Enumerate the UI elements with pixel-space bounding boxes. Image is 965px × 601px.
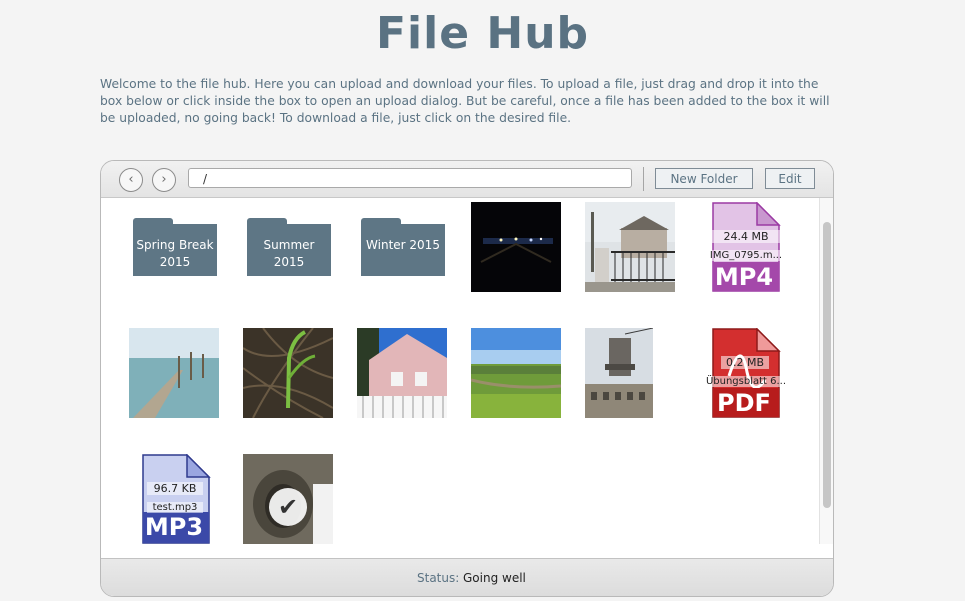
photo-tower-building[interactable] (585, 328, 653, 418)
status-label: Status: (417, 571, 460, 585)
status-value: Going well (463, 571, 526, 585)
photo-night-lights[interactable] (471, 202, 561, 292)
mp4-ext-label: MP4 (714, 263, 774, 291)
photo-dock[interactable] (129, 328, 219, 418)
photo-gate-house[interactable] (585, 202, 675, 292)
forward-button[interactable]: › (152, 168, 176, 192)
upload-complete-check-icon: ✔ (269, 488, 307, 526)
mp4-file-name: IMG_0795.m... (707, 250, 785, 261)
page-title: File Hub (375, 8, 590, 59)
new-folder-button[interactable]: New Folder (655, 168, 753, 189)
mp3-file-name: test.mp3 (147, 502, 203, 513)
path-input[interactable]: / (188, 168, 632, 188)
folder-winter-2015[interactable]: Winter 2015 (359, 202, 449, 292)
edit-button[interactable]: Edit (765, 168, 815, 189)
file-grid[interactable]: Spring Break 2015 Summer 2015 Winter 201… (101, 198, 819, 544)
mp4-file-size: 24.4 MB (711, 230, 781, 243)
toolbar-divider (643, 167, 644, 191)
pdf-file-name: Übungsblatt 6... (703, 376, 789, 387)
mp3-file-size: 96.7 KB (147, 482, 203, 495)
folder-label: Summer 2015 (263, 238, 315, 269)
pdf-file-size: 0.2 MB (721, 356, 769, 369)
mp3-ext-label: MP3 (144, 513, 204, 541)
file-browser[interactable]: ‹ › / New Folder Edit Spring Break 2015 … (100, 160, 834, 597)
file-pdf[interactable]: 0.2 MB Übungsblatt 6... PDF (703, 328, 799, 418)
file-mp4[interactable]: 24.4 MB IMG_0795.m... MP4 (707, 202, 799, 292)
vertical-scrollbar[interactable] (819, 198, 833, 544)
folder-spring-break-2015[interactable]: Spring Break 2015 (131, 202, 221, 292)
back-button[interactable]: ‹ (119, 168, 143, 192)
toolbar: ‹ › / New Folder Edit (101, 161, 833, 198)
pdf-ext-label: PDF (717, 389, 771, 417)
folder-summer-2015[interactable]: Summer 2015 (245, 202, 335, 292)
intro-text: Welcome to the file hub. Here you can up… (100, 77, 830, 125)
status-bar: Status: Going well (101, 558, 833, 596)
scrollbar-thumb[interactable] (823, 222, 831, 508)
file-mp3[interactable]: 96.7 KB test.mp3 MP3 (139, 454, 229, 544)
folder-label: Spring Break 2015 (136, 238, 214, 269)
photo-uploaded-stone[interactable]: ✔ (243, 454, 333, 544)
photo-plant[interactable] (243, 328, 333, 418)
photo-pink-house[interactable] (357, 328, 447, 418)
photo-field[interactable] (471, 328, 561, 418)
folder-label: Winter 2015 (366, 238, 440, 252)
